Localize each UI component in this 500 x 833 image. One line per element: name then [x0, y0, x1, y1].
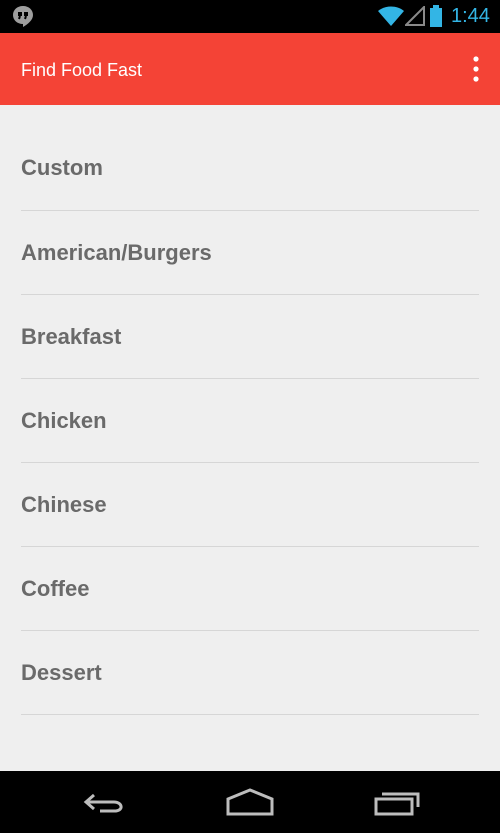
category-label: Chicken: [21, 407, 107, 433]
status-bar: 1:44: [0, 0, 500, 33]
back-icon[interactable]: [80, 787, 130, 817]
battery-icon: [430, 5, 442, 27]
action-bar: Find Food Fast: [0, 33, 500, 105]
signal-icon: [405, 6, 425, 26]
category-item-american-burgers[interactable]: American/Burgers: [21, 211, 479, 295]
more-vert-icon[interactable]: [466, 55, 486, 83]
category-item-dessert[interactable]: Dessert: [21, 631, 479, 715]
category-list: Custom American/Burgers Breakfast Chicke…: [21, 126, 479, 715]
category-label: Coffee: [21, 575, 90, 601]
navigation-bar: [0, 771, 500, 833]
category-label: Breakfast: [21, 323, 122, 349]
clock: 1:44: [451, 5, 490, 27]
category-label: Chinese: [21, 491, 107, 517]
category-item-chinese[interactable]: Chinese: [21, 463, 479, 547]
category-item-custom[interactable]: Custom: [21, 126, 479, 211]
category-item-breakfast[interactable]: Breakfast: [21, 295, 479, 379]
recents-icon[interactable]: [372, 787, 422, 817]
hangouts-icon: [13, 6, 33, 27]
category-item-coffee[interactable]: Coffee: [21, 547, 479, 631]
category-label: Dessert: [21, 659, 102, 685]
home-icon[interactable]: [225, 787, 275, 817]
wifi-icon: [378, 6, 404, 26]
category-label: Custom: [21, 155, 103, 180]
app-title: Find Food Fast: [21, 60, 143, 80]
category-item-chicken[interactable]: Chicken: [21, 379, 479, 463]
category-label: American/Burgers: [21, 239, 212, 265]
